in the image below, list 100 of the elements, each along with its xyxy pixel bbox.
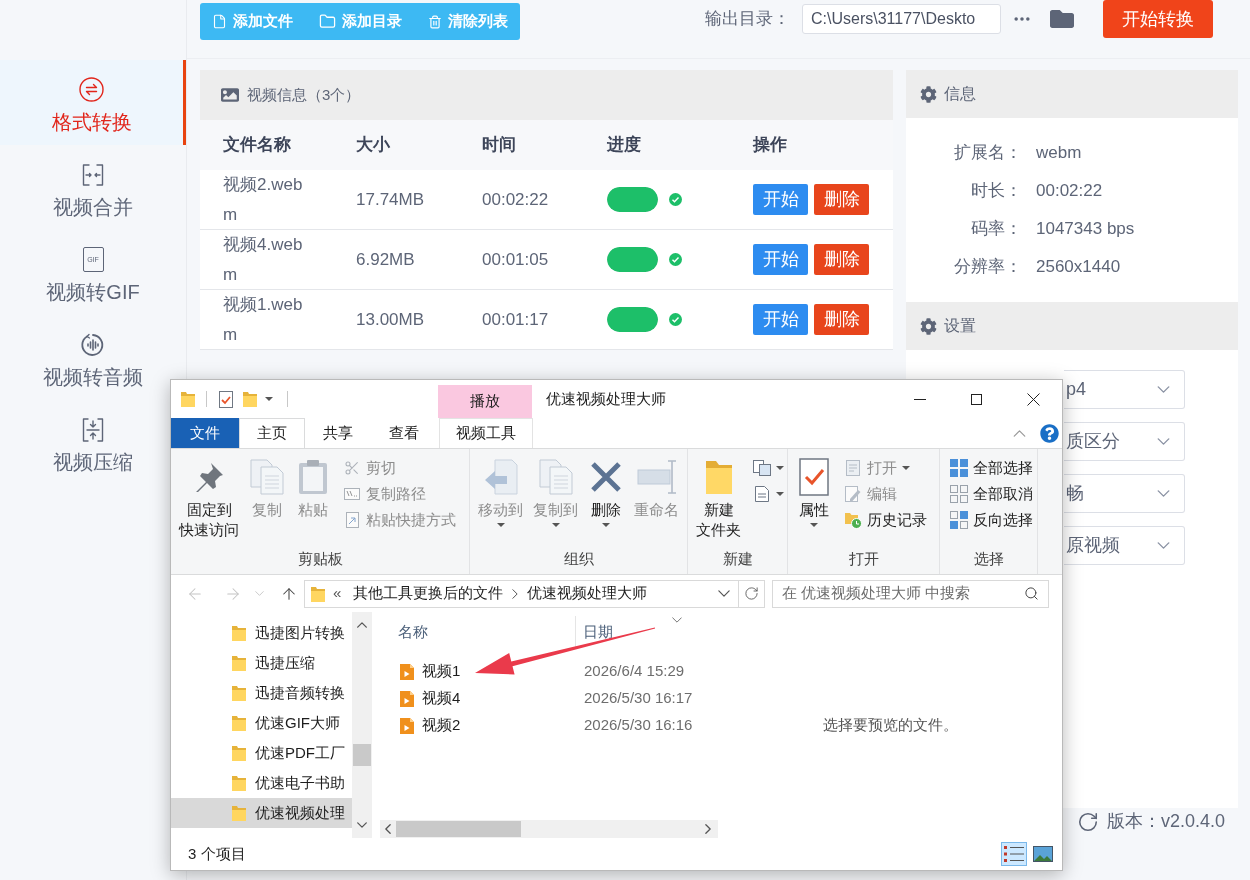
ribbon-button[interactable]: 属性 [792,449,836,527]
video-file-icon [400,716,416,735]
vertical-scrollbar[interactable] [352,612,372,838]
gear-icon [920,317,937,335]
search-field[interactable]: 在 优速视频处理大师 中搜索 [772,579,1049,608]
folder-icon [243,391,257,407]
panel-title: 设置 [944,316,976,336]
column-header[interactable]: 日期 [576,616,613,648]
folder-icon [232,685,246,701]
progress-bar [607,187,658,212]
horizontal-scrollbar[interactable] [380,820,718,838]
info-label: 码率： [970,218,1022,241]
nav-item[interactable]: 优速电子书助 [171,768,352,798]
folder-icon[interactable] [1050,7,1074,31]
breadcrumb[interactable]: 优速视频处理大师 [527,582,648,605]
grid-mixed-icon [950,511,968,529]
scroll-right-icon[interactable] [705,824,711,834]
info-label: 分辨率： [953,256,1022,279]
sidebar-item[interactable]: 格式转换 [0,60,186,145]
grid-outline-icon [950,485,968,503]
scroll-up-icon[interactable] [357,622,367,628]
ribbon-button[interactable]: 反向选择 [948,507,1035,533]
trash-icon [428,14,442,29]
chevron-down-icon [1157,542,1170,549]
file-name[interactable]: 视频1 [422,660,461,683]
column-header: 大小 [356,135,390,155]
nav-item[interactable]: 迅捷音频转换 [171,678,352,708]
file-name[interactable]: 视频2 [422,714,461,737]
file-name: 视频4.webm [223,233,304,286]
shortcut-icon [345,512,359,528]
minimize-icon[interactable] [913,398,926,400]
scrollbar-thumb[interactable] [353,744,371,766]
window-title: 优速视频处理大师 [546,389,666,409]
ribbon-tab[interactable]: 共享 [305,418,371,448]
refresh-icon[interactable] [1076,810,1099,833]
ribbon-button[interactable]: 固定到 快速访问 [175,449,243,540]
scroll-down-icon[interactable] [357,822,367,828]
ribbon-button[interactable]: 历史记录 [842,507,929,533]
address-bar[interactable]: « 其他工具更换后的文件 优速视频处理大师 [304,579,739,608]
sidebar-item[interactable]: 视频合并 [16,145,170,230]
output-path-field[interactable]: C:\Users\31177\Deskto [802,4,1001,34]
ribbon-button[interactable]: 新建 文件夹 [692,449,745,540]
close-icon[interactable] [1027,392,1040,406]
delete-button[interactable]: 删除 [814,184,869,215]
panel-title: 信息 [944,84,976,104]
breadcrumb[interactable]: 其他工具更换后的文件 [353,582,504,605]
ribbon-tab[interactable]: 查看 [371,418,437,448]
merge-arrows-icon [82,163,104,186]
nav-item[interactable]: 优速PDF工厂 [171,738,352,768]
view-button[interactable] [1001,842,1027,866]
grid-icon [950,459,968,477]
select-field[interactable]: p4 [1064,370,1185,409]
start-button[interactable]: 开始 [753,244,808,275]
file-name: 视频2.webm [223,173,304,226]
gear-icon [920,85,937,103]
folder-icon [232,805,246,821]
file-name[interactable]: 视频4 [422,687,461,710]
sidebar-item[interactable]: 视频转音频 [16,315,170,400]
nav-item[interactable]: 优速GIF大师 [171,708,352,738]
refresh-icon[interactable] [744,586,759,601]
checked-document-icon[interactable] [219,390,233,408]
scrollbar-thumb[interactable] [396,821,521,837]
new-item-icon [753,460,771,476]
start-button[interactable]: 开始 [753,184,808,215]
maximize-icon[interactable] [971,393,982,405]
nav-item[interactable]: 优速视频处理 [171,798,352,828]
select-field[interactable]: 畅 [1064,474,1185,513]
ribbon-tab[interactable]: 主页 [239,418,305,448]
info-label: 扩展名： [953,142,1022,165]
help-icon[interactable] [1040,423,1059,443]
scroll-left-icon[interactable] [385,824,391,834]
ribbon-tab[interactable]: 视频工具 [439,418,533,448]
ribbon-button[interactable]: 删除 [584,449,628,527]
image-view-icon [1033,846,1053,862]
image-icon [221,86,239,104]
delete-button[interactable]: 删除 [814,244,869,275]
info-value: 00:02:22 [1036,180,1103,203]
address-overflow[interactable]: « [333,582,342,605]
delete-button[interactable]: 删除 [814,304,869,335]
select-field[interactable]: 原视频 [1064,526,1185,565]
start-convert-button[interactable]: 开始转换 [1103,0,1213,38]
progress-bar [607,307,658,332]
folder-clock-icon [844,511,862,529]
folder-icon [704,459,733,495]
file-tab[interactable]: 文件 [171,418,239,448]
cross-icon [590,461,622,493]
video-file-icon [400,689,416,708]
sidebar-item[interactable]: 视频压缩 [16,400,170,485]
ribbon-group-label: 剪贴板 [296,549,344,569]
file-duration: 00:01:17 [482,309,549,329]
ribbon-button[interactable]: 全部取消 [948,481,1035,507]
folder-icon [319,13,336,30]
chevron-down-icon[interactable] [718,590,730,597]
ribbon-button[interactable]: 全部选择 [948,455,1035,481]
nav-item[interactable]: 迅捷图片转换 [171,618,352,648]
clipboard-icon [298,459,328,495]
start-button[interactable]: 开始 [753,304,808,335]
nav-item[interactable]: 迅捷压缩 [171,648,352,678]
sound-wave-circle-icon [81,332,105,357]
select-field[interactable]: 质区分 [1064,422,1185,461]
